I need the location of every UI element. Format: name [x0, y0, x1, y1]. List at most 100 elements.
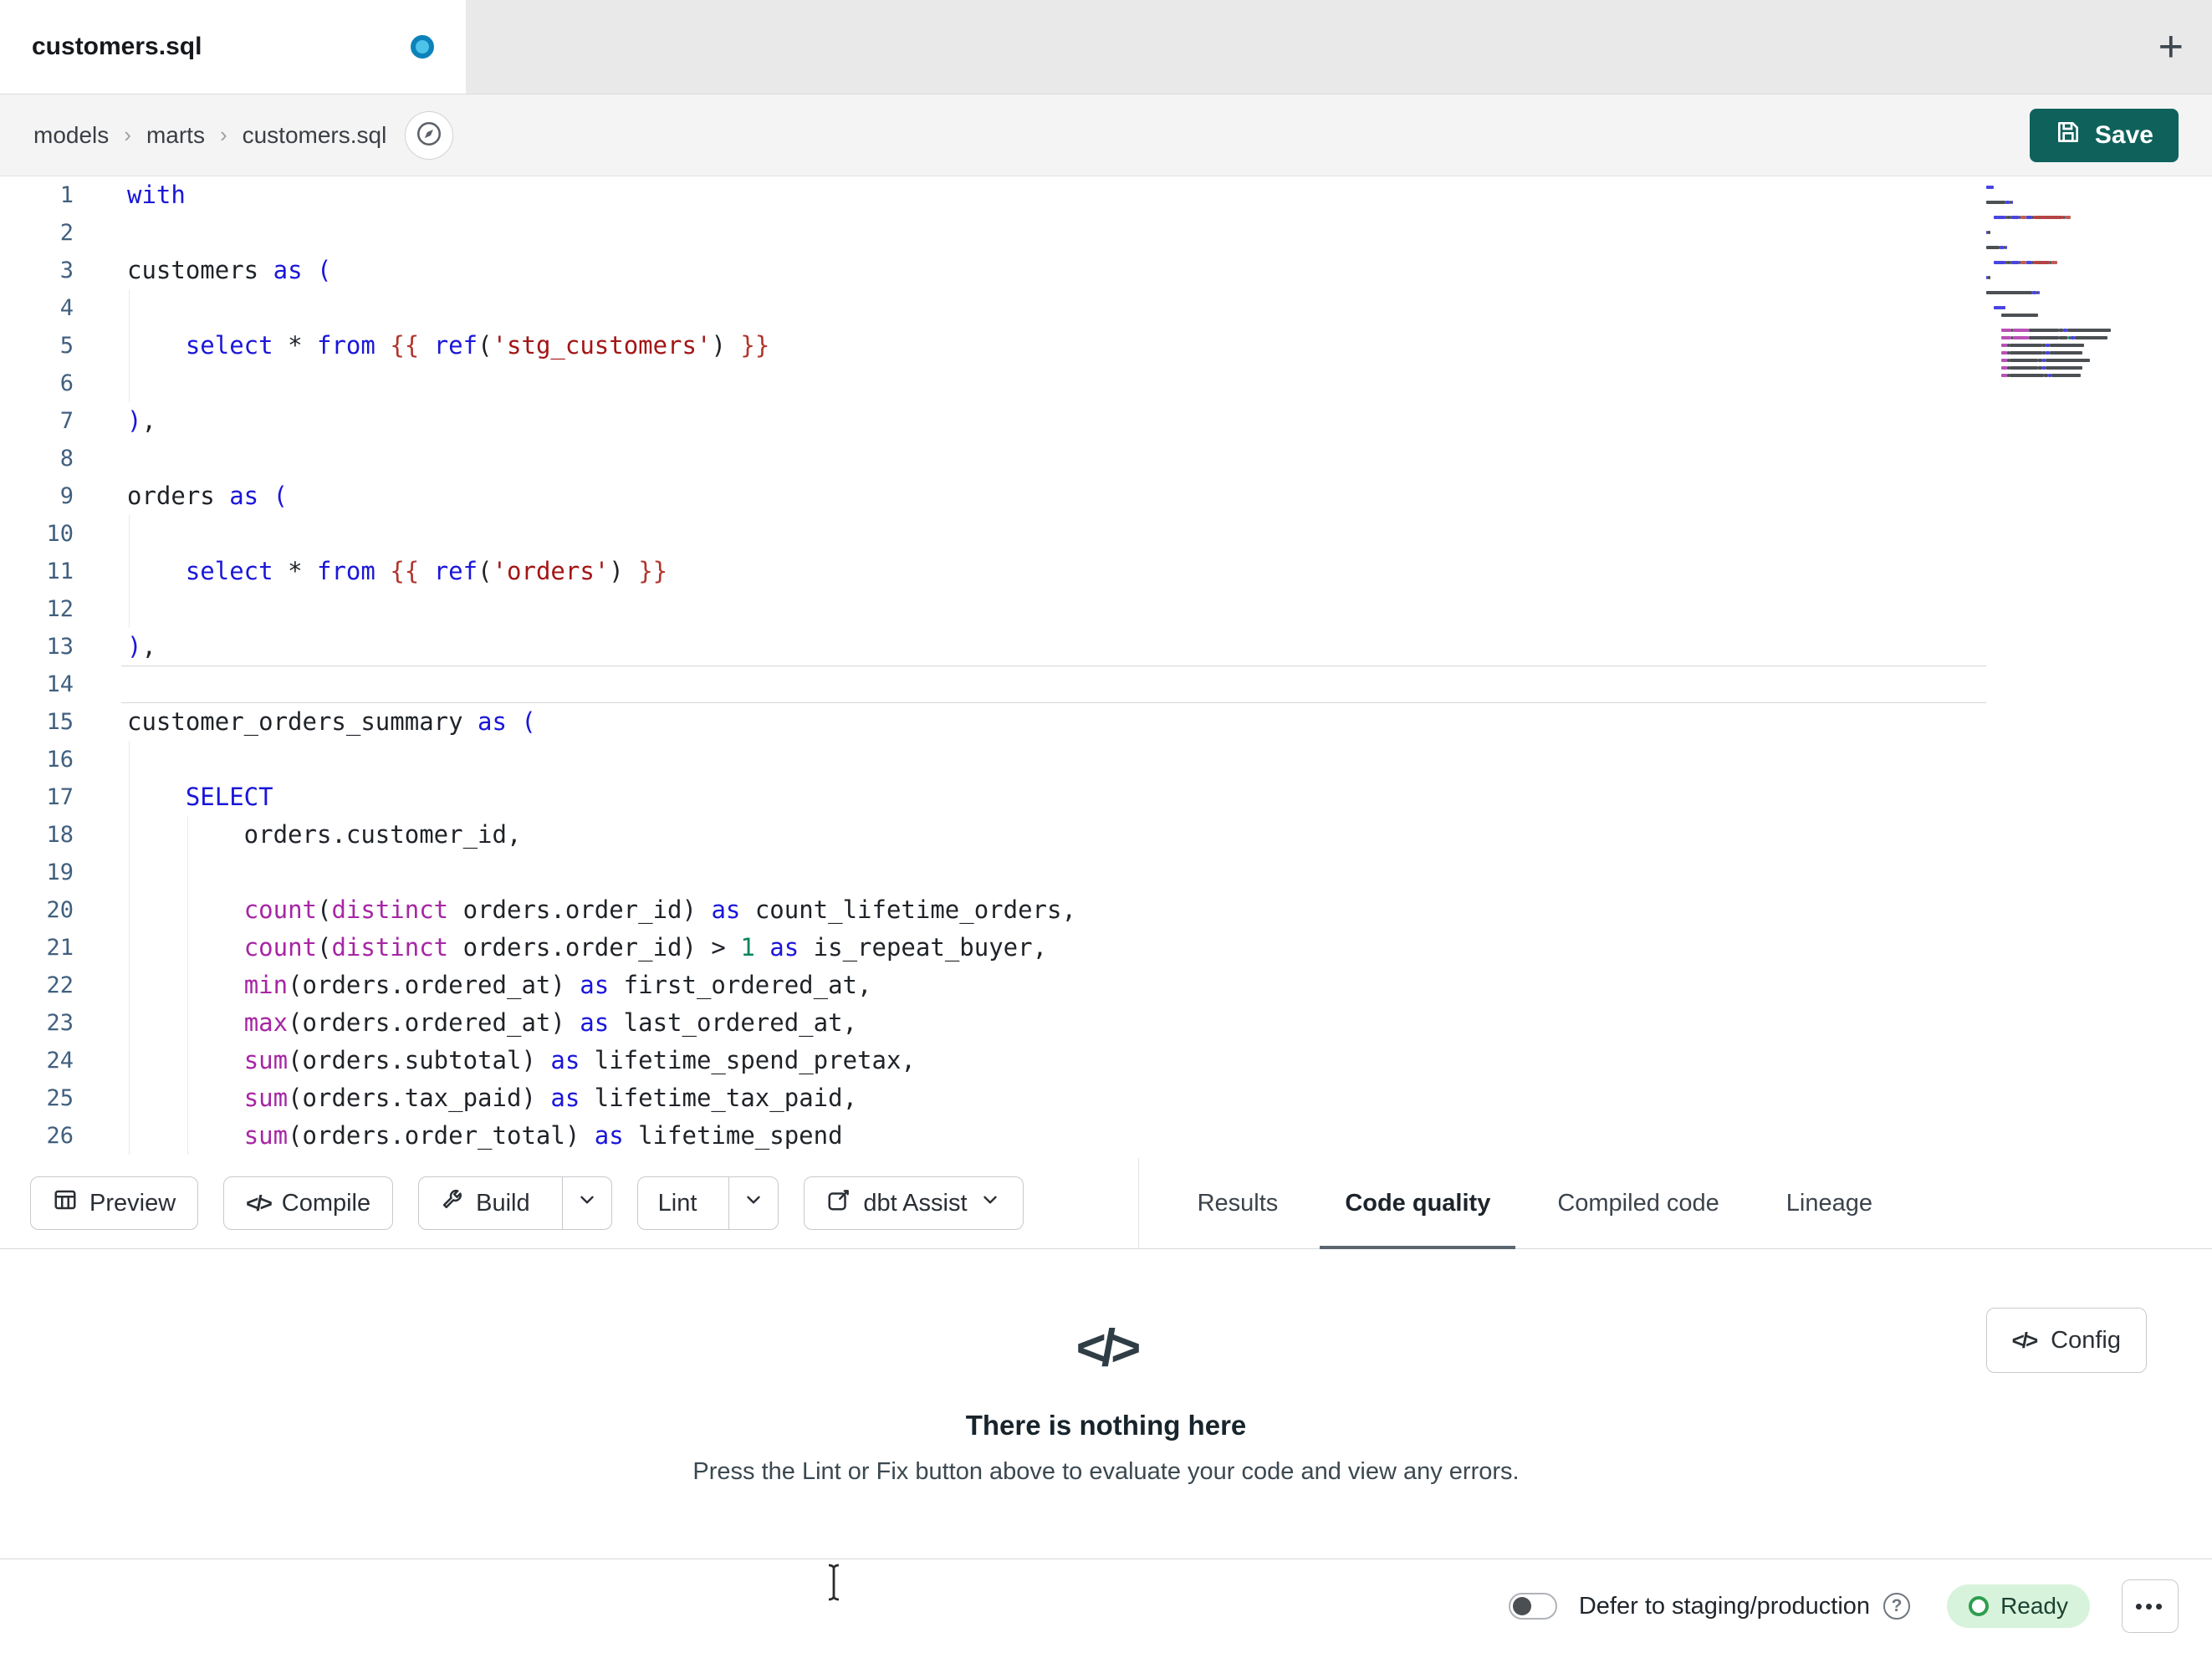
code-line[interactable]: 24 sum(orders.subtotal) as lifetime_spen… [0, 1042, 2212, 1079]
code-line[interactable]: 8 [0, 440, 2212, 477]
code-line[interactable]: 19 [0, 854, 2212, 891]
code-text: select * from {{ ref('orders') }} [185, 557, 668, 585]
minimap-line [1986, 349, 2113, 356]
indent-guide [186, 816, 188, 854]
save-button[interactable]: Save [2029, 108, 2179, 162]
indent-guide [129, 1042, 130, 1079]
chevron-down-icon [979, 1189, 1001, 1217]
build-dropdown-button[interactable] [561, 1177, 611, 1229]
code-line[interactable]: 26 sum(orders.order_total) as lifetime_s… [0, 1117, 2212, 1155]
dbt-assist-button[interactable]: dbt Assist [804, 1176, 1024, 1230]
file-header-row: models › marts › customers.sql Save [0, 94, 2212, 176]
build-split-button: Build [418, 1176, 612, 1230]
status-badge[interactable]: Ready [1947, 1584, 2090, 1628]
indent-guide [129, 741, 130, 778]
code-line[interactable]: 5 select * from {{ ref('stg_customers') … [0, 327, 2212, 365]
code-line[interactable]: 12 [0, 590, 2212, 628]
minimap-line [1986, 191, 2113, 198]
code-line[interactable]: 3 customers as ( [0, 252, 2212, 289]
line-number: 11 [46, 559, 74, 584]
tab-lineage[interactable]: Lineage [1753, 1158, 1906, 1249]
code-text: with [127, 181, 186, 209]
minimap-line [1986, 281, 2113, 288]
breadcrumb-item-models[interactable]: models [33, 122, 109, 149]
code-line[interactable]: 13), [0, 628, 2212, 666]
indent-guide [186, 1042, 188, 1079]
code-line[interactable]: 25 sum(orders.tax_paid) as lifetime_tax_… [0, 1079, 2212, 1117]
lint-button[interactable]: Lint [638, 1177, 718, 1229]
line-number: 15 [46, 709, 74, 735]
tab-customers-sql[interactable]: customers.sql [0, 0, 466, 94]
table-icon [53, 1187, 78, 1219]
minimap-line [1986, 266, 2113, 273]
code-line[interactable]: 22 min(orders.ordered_at) as first_order… [0, 967, 2212, 1004]
indent-guide [186, 1117, 188, 1155]
code-line[interactable]: 18 orders.customer_id, [0, 816, 2212, 854]
code-line[interactable]: 7), [0, 402, 2212, 440]
code-line[interactable]: 17 SELECT [0, 778, 2212, 816]
dbt-assist-label: dbt Assist [863, 1189, 968, 1217]
editor-minimap[interactable] [1986, 183, 2113, 379]
code-line[interactable]: 1 with [0, 176, 2212, 214]
code-line[interactable]: 2 [0, 214, 2212, 252]
code-text: orders.customer_id, [127, 820, 522, 849]
file-options-button[interactable] [405, 110, 454, 160]
tab-code-quality[interactable]: Code quality [1311, 1158, 1524, 1249]
line-number: 25 [46, 1085, 74, 1111]
lint-split-button: Lint [636, 1176, 779, 1230]
breadcrumb-item-customers-sql[interactable]: customers.sql [243, 122, 387, 149]
empty-state: </> There is nothing here Press the Lint… [0, 1249, 2212, 1559]
code-editor[interactable]: 1 with 2 3 customers as ( 4 5 select * from {{… [0, 176, 2212, 1158]
indent-guide [186, 1004, 188, 1042]
line-number: 21 [46, 935, 74, 961]
new-tab-button[interactable]: + [2158, 25, 2184, 69]
line-number: 6 [59, 370, 74, 396]
tab-compiled-code[interactable]: Compiled code [1524, 1158, 1752, 1249]
lint-dropdown-button[interactable] [728, 1177, 778, 1229]
code-line[interactable]: 23 max(orders.ordered_at) as last_ordere… [0, 1004, 2212, 1042]
editor-toolbar: Preview </> Compile Build Lint dbt Assis… [0, 1157, 2212, 1249]
help-icon[interactable]: ? [1883, 1593, 1911, 1620]
breadcrumb-separator: › [219, 122, 227, 147]
build-button[interactable]: Build [419, 1177, 550, 1229]
code-line[interactable]: 21 count(distinct orders.order_id) > 1 a… [0, 929, 2212, 967]
minimap-line [1986, 198, 2113, 206]
minimap-line [1986, 304, 2113, 311]
line-number: 12 [46, 596, 74, 622]
code-text: ), [127, 406, 156, 435]
code-line[interactable]: 16 [0, 741, 2212, 778]
code-text: count(distinct orders.order_id) as count… [243, 895, 1076, 924]
code-line[interactable]: 15 customer_orders_summary as ( [0, 703, 2212, 741]
indent-guide [129, 891, 130, 929]
indent-guide [129, 816, 130, 854]
code-text: orders as ( [127, 482, 289, 510]
defer-toggle[interactable] [1508, 1593, 1557, 1620]
preview-button[interactable]: Preview [30, 1176, 199, 1230]
code-line[interactable]: 14 [0, 666, 2212, 703]
more-options-button[interactable]: ••• [2122, 1579, 2179, 1633]
code-line[interactable]: 9 orders as ( [0, 477, 2212, 515]
code-line[interactable]: 10 [0, 515, 2212, 553]
breadcrumb-item-marts[interactable]: marts [146, 122, 205, 149]
indent-guide [129, 854, 130, 891]
code-text: SELECT [185, 783, 273, 811]
chevron-down-icon [743, 1189, 764, 1217]
tab-results[interactable]: Results [1164, 1158, 1312, 1249]
editor-tab-bar: customers.sql + [0, 0, 2212, 94]
code-line[interactable]: 4 [0, 289, 2212, 327]
minimap-line [1986, 213, 2113, 221]
code-line[interactable]: 6 [0, 365, 2212, 402]
line-number: 4 [59, 295, 74, 321]
minimap-line [1986, 258, 2113, 266]
code-line[interactable]: 20 count(distinct orders.order_id) as co… [0, 891, 2212, 929]
compile-button[interactable]: </> Compile [223, 1176, 394, 1230]
assist-icon [826, 1187, 851, 1219]
minimap-line [1986, 364, 2113, 371]
toolbar-divider [1137, 1157, 1139, 1249]
line-number: 20 [46, 897, 74, 923]
minimap-line [1986, 251, 2113, 258]
code-line[interactable]: 11 select * from {{ ref('orders') }} [0, 553, 2212, 590]
breadcrumb: models › marts › customers.sql [33, 122, 386, 149]
line-number: 5 [59, 333, 74, 359]
line-number: 7 [59, 408, 74, 434]
